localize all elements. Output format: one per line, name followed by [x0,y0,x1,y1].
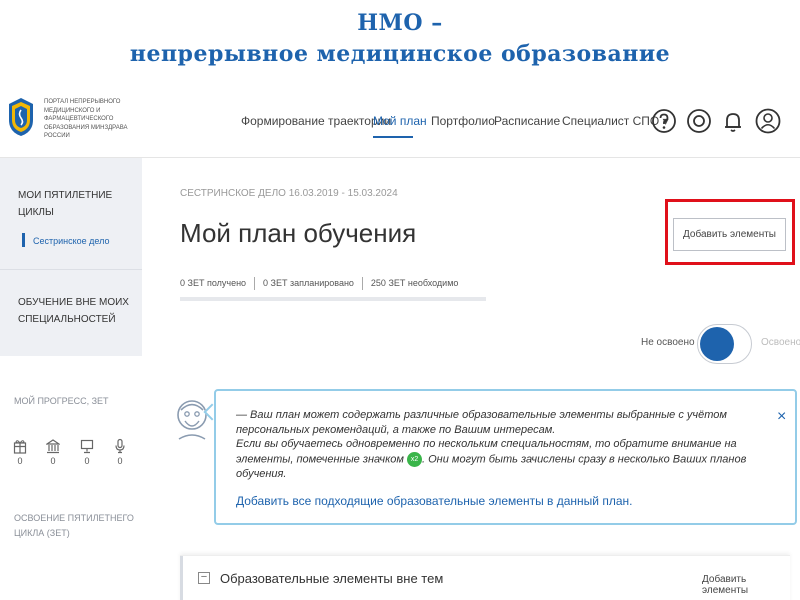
slide-title-line2: непрерывное медицинское образование [129,41,671,67]
slide-title: НМО – непрерывное медицинское образовани… [0,0,800,88]
add-elements-button[interactable]: Добавить элементы [673,218,786,251]
screenshot: Портал непрерывного медицинского и фарма… [0,88,800,600]
nav-trajectory[interactable]: Формирование траектории [241,114,391,128]
progress-building-value: 0 [50,456,56,466]
mastered-toggle[interactable] [697,324,752,364]
info-notice: — Ваш план может содержать различные обр… [214,389,797,525]
toggle-knob [700,327,734,361]
section-outside-topics: − Образовательные элементы вне тем Добав… [180,555,790,600]
progress-monitor-value: 0 [84,456,90,466]
doctor-avatar-icon [177,400,207,440]
progress-microphone: 0 [112,438,128,466]
close-icon[interactable]: × [777,408,786,426]
breadcrumb: Сестринское дело 16.03.2019 - 15.03.2024 [180,188,398,199]
nav-active-indicator [373,136,413,138]
sidebar-item-nursing[interactable]: Сестринское дело [33,236,110,246]
microphone-icon [115,438,125,454]
monitor-icon [80,439,94,454]
collapse-icon[interactable]: − [198,572,210,584]
stat-divider [254,277,256,290]
sidebar-other-line1: Обучение вне моих [18,297,129,308]
nav-portfolio[interactable]: Портфолио [431,114,495,128]
stat-received: 0 ЗЕТ получено [180,277,247,288]
portal-logo-icon[interactable] [6,96,36,138]
sidebar-cycles-heading: Мои пятилетние циклы [18,190,113,218]
help-icon[interactable] [650,107,678,135]
sidebar-divider [0,269,142,270]
notice-line1: — Ваш план может содержать различные обр… [236,409,727,436]
page-title: Мой план обучения [180,218,417,248]
x2-badge-icon: x2 [407,451,423,467]
target-icon[interactable] [685,107,713,135]
section-add-elements-link[interactable]: Добавить элементы [702,574,790,596]
stat-divider [361,277,363,290]
slide-title-line1: НМО – [357,10,443,36]
notice-line2: Если вы обучаетесь одновременно по неско… [236,437,771,481]
mastery-label: Освоение пятилетнего цикла (ЗЕТ) [14,511,134,541]
section-accent-bar [180,556,183,600]
gift-icon [13,440,27,454]
progress-gift: 0 [12,438,28,466]
notice-text: — Ваш план может содержать различные обр… [236,408,771,481]
progress-microphone-value: 0 [117,456,123,466]
stat-planned: 0 ЗЕТ запланировано [263,277,354,288]
stat-required: 250 ЗЕТ необходимо [370,277,459,288]
sidebar-active-indicator [22,233,25,247]
top-header: Портал непрерывного медицинского и фарма… [0,88,800,158]
progress-building: 0 [45,438,61,466]
toggle-label-not-mastered: Не освоено [641,337,695,348]
toggle-label-mastered: Освоено [761,337,800,348]
bell-icon[interactable] [719,107,747,135]
building-icon [46,439,60,454]
sidebar-other-specialties[interactable]: Обучение вне моих специальностей [18,294,129,328]
mastery-label-line2: цикла (ЗЕТ) [14,528,70,538]
sidebar-other-line2: специальностей [18,314,116,325]
zet-stats: 0 ЗЕТ получено 0 ЗЕТ запланировано 250 ЗЕТ… [180,277,458,290]
portal-logo-text: Портал непрерывного медицинского и фарма… [44,99,128,139]
nav-my-plan[interactable]: Мой план [373,114,427,128]
progress-gift-value: 0 [17,456,23,466]
sidebar: Мои пятилетние циклы Сестринское дело Об… [0,158,142,356]
progress-label: Мой прогресс, ЗЕТ [14,396,109,406]
plan-progress-bar [180,297,486,301]
progress-monitor: 0 [79,438,95,466]
section-title: Образовательные элементы вне тем [220,571,444,586]
add-all-elements-link[interactable]: Добавить все подходящие образовательные … [236,494,632,508]
mastery-label-line1: Освоение пятилетнего [14,513,134,523]
user-icon[interactable] [754,107,782,135]
nav-schedule[interactable]: Расписание [494,114,560,128]
